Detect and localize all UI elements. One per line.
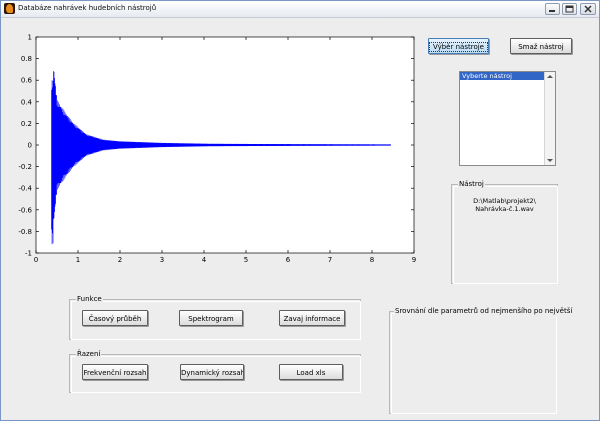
y-tick-label: -0.8 <box>18 228 32 236</box>
x-tick-label: 6 <box>286 256 291 264</box>
figure-client-area: 0 1 2 3 4 5 6 7 8 9 1 0.8 0.6 0.4 0.2 0 -0.2 -0.4 -0.6 -0.8… <box>1 18 599 420</box>
window-title: Databáze nahrávek hudebních nástrojů <box>18 4 157 12</box>
app-window: Databáze nahrávek hudebních nástrojů 0 1 2… <box>0 0 600 421</box>
waveform-axes: 0 1 2 3 4 5 6 7 8 9 1 0.8 0.6 0.4 0.2 0 -0.2 -0.4 -0.6 -0.8… <box>1 18 431 278</box>
comparison-panel: Srovnání dle parametrů od nejmenšího po … <box>389 307 574 414</box>
minimize-button[interactable] <box>545 3 560 15</box>
functions-panel-title: Funkce <box>76 295 103 304</box>
title-bar[interactable]: Databáze nahrávek hudebních nástrojů <box>1 1 599 18</box>
minimize-icon <box>549 10 555 12</box>
close-icon <box>584 5 592 13</box>
frequency-range-button[interactable]: Frekvenční rozsah <box>82 364 148 380</box>
instrument-panel-title: Nástroj <box>458 180 485 189</box>
instrument-filename: Nahrávka-č.1.wav <box>475 205 534 213</box>
y-tick-label: 0.6 <box>21 77 33 85</box>
scroll-down-icon[interactable] <box>547 159 553 162</box>
sort-panel-title: Řazení <box>76 350 102 359</box>
x-tick-label: 5 <box>244 256 248 264</box>
x-tick-label: 8 <box>370 256 374 264</box>
delete-instrument-button[interactable]: Smaž nástroj <box>510 38 572 54</box>
y-tick-label: 0.2 <box>21 120 32 128</box>
x-tick-label: 0 <box>34 256 38 264</box>
select-instrument-button[interactable]: Výběr nástroje <box>428 38 489 54</box>
instrument-panel: Nástroj D:\Matlab\projekt2\ Nahrávka-č.1… <box>451 180 558 284</box>
comparison-panel-title: Srovnání dle parametrů od nejmenšího po … <box>394 307 574 316</box>
time-course-button[interactable]: Časový průběh <box>82 310 148 326</box>
spectrogram-button[interactable]: Spektrogram <box>179 310 243 326</box>
y-tick-label: -0.2 <box>18 163 32 171</box>
x-tick-label: 7 <box>328 256 332 264</box>
maximize-button[interactable] <box>562 3 577 15</box>
maximize-icon <box>565 5 574 13</box>
close-button[interactable] <box>580 3 596 15</box>
y-tick-label: -0.6 <box>18 206 32 214</box>
instrument-path: D:\Matlab\projekt2\ <box>473 197 536 205</box>
instrument-listbox[interactable]: Vyberte nástroj <box>459 71 556 166</box>
load-xls-button[interactable]: Load xls <box>279 364 343 380</box>
scroll-up-icon[interactable] <box>547 75 553 78</box>
y-tick-label: 0 <box>28 142 32 150</box>
envelope-info-button[interactable]: Zavaj informace <box>279 310 345 326</box>
waveform-plot: 0 1 2 3 4 5 6 7 8 9 1 0.8 0.6 0.4 0.2 0 -0.2 -0.4 -0.6 -0.8… <box>18 34 416 265</box>
x-tick-label: 4 <box>202 256 207 264</box>
x-tick-label: 9 <box>412 256 416 264</box>
y-tick-label: 0.8 <box>21 55 32 63</box>
y-tick-label: -1 <box>25 250 32 258</box>
matlab-app-icon <box>4 3 15 14</box>
x-tick-label: 2 <box>118 256 122 264</box>
listbox-scrollbar[interactable] <box>544 72 555 165</box>
select-instrument-label: Výběr nástroje <box>429 42 488 52</box>
x-tick-label: 3 <box>160 256 164 264</box>
x-tick-label: 1 <box>76 256 80 264</box>
dynamic-range-button[interactable]: Dynamický rozsah <box>180 364 244 380</box>
y-tick-label: -0.4 <box>18 185 32 193</box>
y-tick-label: 0.4 <box>21 98 33 106</box>
y-tick-label: 1 <box>28 34 32 42</box>
list-item[interactable]: Vyberte nástroj <box>460 72 546 80</box>
